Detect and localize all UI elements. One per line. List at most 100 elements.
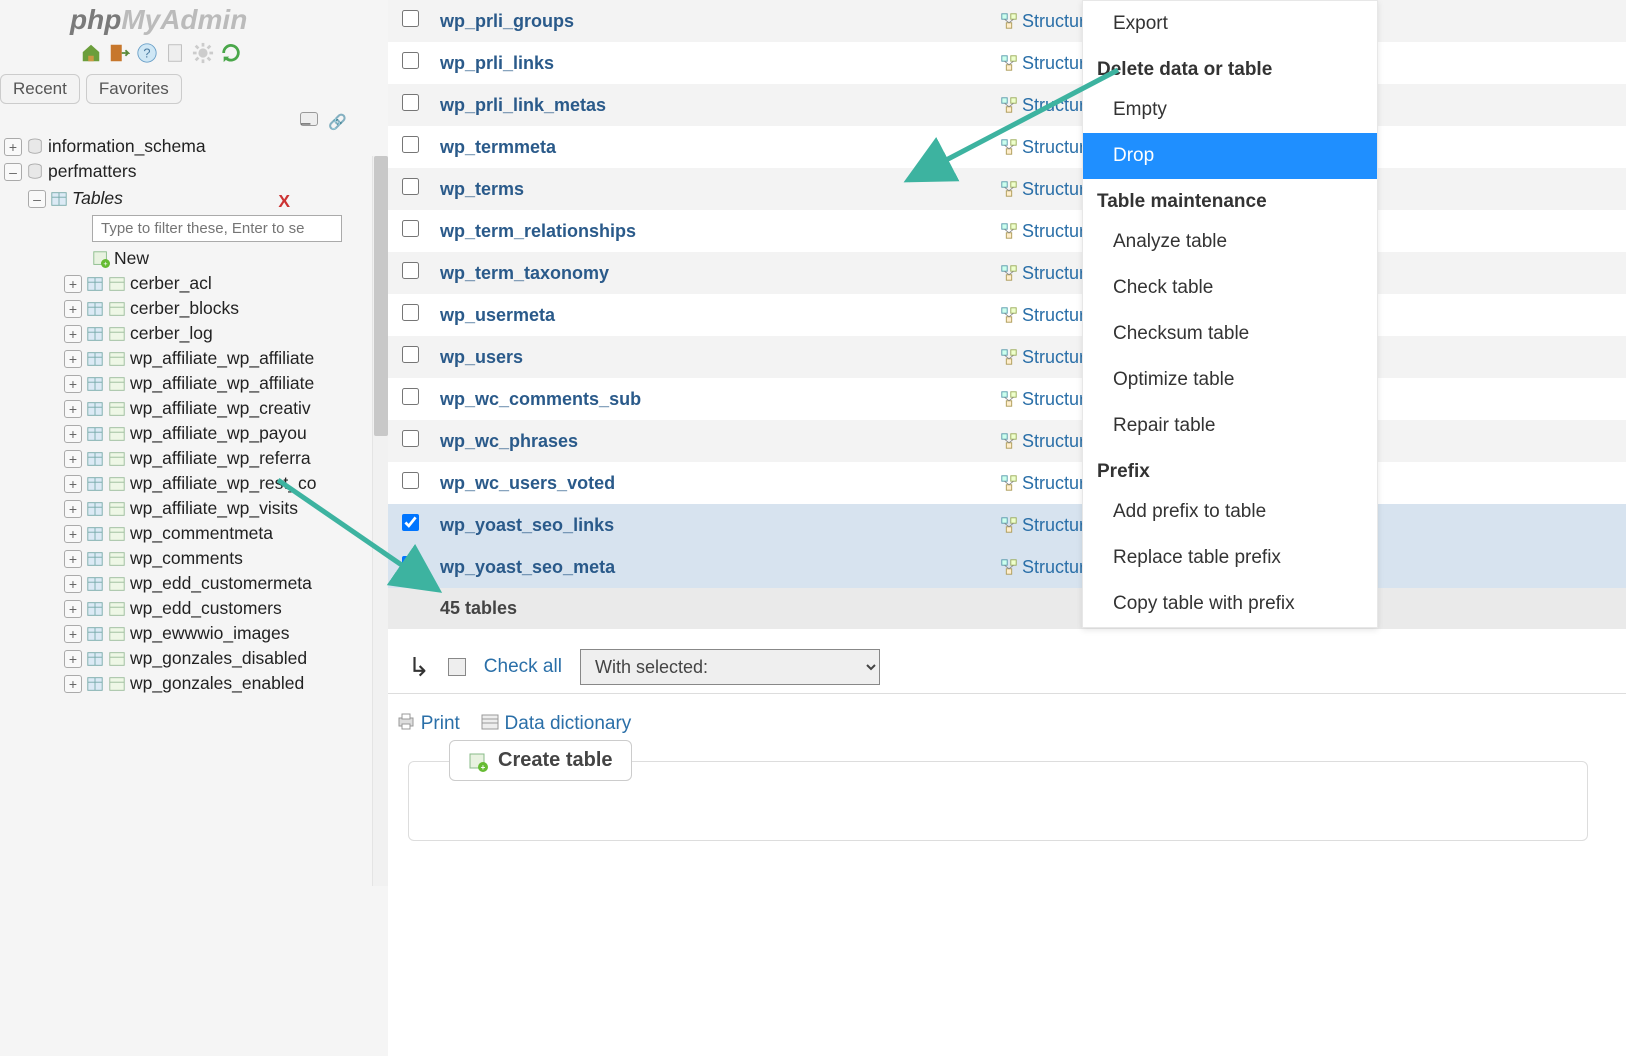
expand-icon[interactable]: + [64, 475, 82, 493]
table-name-link[interactable]: wp_prli_link_metas [440, 95, 606, 115]
table-name-link[interactable]: wp_term_taxonomy [440, 263, 609, 283]
menu-item-export[interactable]: Export [1083, 1, 1377, 47]
tree-table-label[interactable]: wp_ewwwio_images [130, 623, 290, 644]
expand-icon[interactable]: + [64, 400, 82, 418]
tree-table-item[interactable]: + wp_affiliate_wp_affiliate [0, 371, 388, 396]
tree-table-label[interactable]: wp_comments [130, 548, 243, 569]
menu-item-optimize[interactable]: Optimize table [1083, 357, 1377, 403]
menu-item-checksum[interactable]: Checksum table [1083, 311, 1377, 357]
tree-table-item[interactable]: + wp_affiliate_wp_rest_co [0, 471, 388, 496]
expand-icon[interactable]: + [4, 138, 22, 156]
tab-favorites[interactable]: Favorites [86, 74, 182, 104]
menu-item-drop[interactable]: Drop [1083, 133, 1377, 179]
tree-table-label[interactable]: wp_edd_customermeta [130, 573, 312, 594]
with-selected-dropdown[interactable]: With selected: [580, 649, 880, 685]
tree-table-label[interactable]: wp_affiliate_wp_payou [130, 423, 307, 444]
tree-db-information-schema[interactable]: + information_schema [0, 134, 388, 159]
table-name-link[interactable]: wp_usermeta [440, 305, 555, 325]
expand-icon[interactable]: + [64, 625, 82, 643]
table-name-link[interactable]: wp_prli_links [440, 53, 554, 73]
expand-icon[interactable]: + [64, 600, 82, 618]
tree-table-item[interactable]: + wp_affiliate_wp_referra [0, 446, 388, 471]
tree-table-label[interactable]: wp_affiliate_wp_referra [130, 448, 311, 469]
tree-table-item[interactable]: + wp_edd_customermeta [0, 571, 388, 596]
checkall-checkbox[interactable] [448, 658, 466, 676]
row-checkbox[interactable] [402, 388, 419, 405]
row-checkbox[interactable] [402, 514, 419, 531]
tree-table-item[interactable]: + wp_affiliate_wp_payou [0, 421, 388, 446]
menu-item-analyze[interactable]: Analyze table [1083, 219, 1377, 265]
row-checkbox[interactable] [402, 304, 419, 321]
row-checkbox[interactable] [402, 472, 419, 489]
row-checkbox[interactable] [402, 10, 419, 27]
table-name-link[interactable]: wp_yoast_seo_meta [440, 557, 615, 577]
gear-icon[interactable] [192, 42, 214, 64]
tree-table-label[interactable]: wp_affiliate_wp_affiliate [130, 373, 314, 394]
row-checkbox[interactable] [402, 220, 419, 237]
tree-tables-node[interactable]: – Tables [0, 184, 388, 211]
collapse-icon[interactable]: – [4, 163, 22, 181]
tree-table-item[interactable]: + cerber_blocks [0, 296, 388, 321]
expand-icon[interactable]: + [64, 500, 82, 518]
table-name-link[interactable]: wp_users [440, 347, 523, 367]
table-name-link[interactable]: wp_term_relationships [440, 221, 636, 241]
expand-icon[interactable]: + [64, 675, 82, 693]
tree-table-item[interactable]: + wp_affiliate_wp_visits [0, 496, 388, 521]
row-checkbox[interactable] [402, 262, 419, 279]
tree-table-label[interactable]: cerber_log [130, 323, 213, 344]
doc-icon[interactable] [164, 42, 186, 64]
row-checkbox[interactable] [402, 178, 419, 195]
expand-icon[interactable]: + [64, 450, 82, 468]
tree-table-label[interactable]: wp_affiliate_wp_rest_co [130, 473, 316, 494]
row-checkbox[interactable] [402, 556, 419, 573]
exit-icon[interactable] [108, 42, 130, 64]
menu-item-add-prefix[interactable]: Add prefix to table [1083, 489, 1377, 535]
sidebar-scrollbar[interactable] [372, 156, 388, 886]
row-checkbox[interactable] [402, 430, 419, 447]
row-checkbox[interactable] [402, 52, 419, 69]
table-name-link[interactable]: wp_yoast_seo_links [440, 515, 614, 535]
tree-db-perfmatters[interactable]: – perfmatters [0, 159, 388, 184]
check-all-link[interactable]: Check all [484, 656, 562, 678]
link-icon[interactable] [328, 112, 348, 124]
expand-icon[interactable]: + [64, 300, 82, 318]
expand-icon[interactable]: + [64, 550, 82, 568]
expand-icon[interactable]: + [64, 650, 82, 668]
expand-icon[interactable]: + [64, 425, 82, 443]
row-checkbox[interactable] [402, 346, 419, 363]
row-checkbox[interactable] [402, 136, 419, 153]
tree-table-item[interactable]: + wp_edd_customers [0, 596, 388, 621]
tree-table-label[interactable]: wp_affiliate_wp_affiliate [130, 348, 314, 369]
menu-item-replace-prefix[interactable]: Replace table prefix [1083, 535, 1377, 581]
table-name-link[interactable]: wp_termmeta [440, 137, 556, 157]
home-icon[interactable] [80, 42, 102, 64]
tree-table-label[interactable]: wp_affiliate_wp_creativ [130, 398, 311, 419]
print-link[interactable]: Print [421, 713, 460, 734]
table-name-link[interactable]: wp_wc_phrases [440, 431, 578, 451]
menu-item-repair[interactable]: Repair table [1083, 403, 1377, 449]
tree-table-item[interactable]: + wp_ewwwio_images [0, 621, 388, 646]
table-name-link[interactable]: wp_terms [440, 179, 524, 199]
filter-clear-icon[interactable]: X [278, 191, 290, 212]
tree-table-label[interactable]: cerber_blocks [130, 298, 239, 319]
tree-table-label[interactable]: wp_commentmeta [130, 523, 273, 544]
tree-table-label[interactable]: wp_gonzales_disabled [130, 648, 307, 669]
row-checkbox[interactable] [402, 94, 419, 111]
tree-table-item[interactable]: + wp_affiliate_wp_affiliate [0, 346, 388, 371]
menu-item-copy-prefix[interactable]: Copy table with prefix [1083, 581, 1377, 627]
help-icon[interactable]: ? [136, 42, 158, 64]
tree-table-item[interactable]: + wp_gonzales_disabled [0, 646, 388, 671]
tab-recent[interactable]: Recent [0, 74, 80, 104]
table-name-link[interactable]: wp_prli_groups [440, 11, 574, 31]
tree-table-item[interactable]: + wp_comments [0, 546, 388, 571]
tree-table-item[interactable]: + wp_commentmeta [0, 521, 388, 546]
table-name-link[interactable]: wp_wc_users_voted [440, 473, 615, 493]
tree-table-label[interactable]: wp_affiliate_wp_visits [130, 498, 298, 519]
tree-table-item[interactable]: + wp_affiliate_wp_creativ [0, 396, 388, 421]
tree-table-label[interactable]: cerber_acl [130, 273, 212, 294]
expand-icon[interactable]: + [64, 325, 82, 343]
filter-input[interactable] [92, 215, 342, 242]
reload-icon[interactable] [220, 42, 242, 64]
tree-table-item[interactable]: + cerber_acl [0, 271, 388, 296]
collapse-icon[interactable]: – [28, 190, 46, 208]
